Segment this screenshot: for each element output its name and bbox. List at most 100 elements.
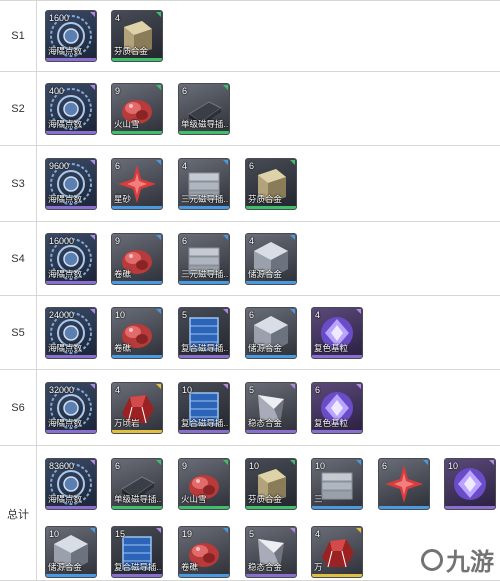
row-label: S1: [11, 30, 25, 42]
item-slot[interactable]: 4 三元磁导插...: [178, 158, 230, 210]
item-slot[interactable]: 9 火山雪: [178, 458, 230, 510]
item-name: 卷礁: [181, 562, 199, 572]
item-slot[interactable]: 5 复合磁导插...: [178, 307, 230, 359]
rarity-corner-icon: [223, 309, 228, 314]
rarity-corner-icon: [290, 460, 295, 465]
item-slot[interactable]: 6 单级磁导插...: [178, 83, 230, 135]
item-count: 6: [182, 86, 188, 96]
item-slot[interactable]: 83600 海隅点数: [45, 458, 97, 510]
item-slot[interactable]: 6 星砂: [111, 158, 163, 210]
watermark-text: 九游: [446, 549, 494, 576]
column-divider: [36, 0, 37, 581]
item-count: 4: [115, 385, 121, 395]
item-slot[interactable]: 9 卷礁: [111, 233, 163, 285]
item-slot[interactable]: 10 卷礁: [111, 307, 163, 359]
rarity-corner-icon: [290, 384, 295, 389]
rarity-bar: [112, 58, 162, 61]
item-slot[interactable]: 6 复色基粒: [311, 382, 363, 434]
item-slot[interactable]: 5 稳态合金: [245, 526, 297, 578]
item-slot[interactable]: 4 复色基粒: [311, 307, 363, 359]
row-label: 总计: [7, 508, 29, 521]
rarity-bar: [46, 206, 96, 209]
item-name: 三: [314, 494, 323, 504]
item-count: 83600: [49, 461, 75, 471]
item-slot[interactable]: 15 复合磁导插...: [111, 526, 163, 578]
item-name: 芬质合金: [248, 494, 283, 504]
item-name: 储源合金: [48, 562, 83, 572]
item-count: 6: [315, 385, 321, 395]
rarity-corner-icon: [156, 309, 161, 314]
item-slot[interactable]: 1600 海隅点数: [45, 10, 97, 62]
item-count: 1600: [49, 13, 70, 23]
item-name: 卷礁: [114, 343, 132, 353]
rarity-corner-icon: [223, 85, 228, 90]
rarity-bar: [379, 506, 429, 509]
rarity-corner-icon: [290, 160, 295, 165]
rarity-bar: [179, 430, 229, 433]
rarity-bar: [112, 355, 162, 358]
rarity-bar: [112, 506, 162, 509]
rarity-bar: [246, 574, 296, 577]
rarity-bar: [112, 430, 162, 433]
item-name: 芬质合金: [248, 194, 283, 204]
item-slot[interactable]: 5 稳态合金: [245, 382, 297, 434]
rarity-corner-icon: [156, 384, 161, 389]
item-name: 三元磁导插...: [181, 269, 230, 279]
item-slot[interactable]: 6: [378, 458, 430, 510]
rarity-corner-icon: [223, 160, 228, 165]
item-count: 32000: [49, 385, 75, 395]
item-slot[interactable]: 10 芬质合金: [245, 458, 297, 510]
item-slot[interactable]: 6 三元磁导插...: [178, 233, 230, 285]
rarity-corner-icon: [223, 384, 228, 389]
item-slot[interactable]: 4 储源合金: [245, 233, 297, 285]
item-slot[interactable]: 19 卷礁: [178, 526, 230, 578]
item-slot[interactable]: 16000 海隅点数: [45, 233, 97, 285]
rarity-corner-icon: [156, 460, 161, 465]
rarity-corner-icon: [90, 384, 95, 389]
item-slot[interactable]: 6 单级磁导插...: [111, 458, 163, 510]
item-count: 5: [182, 310, 188, 320]
item-slot[interactable]: 10 三: [311, 458, 363, 510]
rarity-bar: [312, 506, 362, 509]
item-count: 4: [115, 13, 121, 23]
item-count: 400: [49, 86, 65, 96]
item-name: 海隅点数: [48, 494, 83, 504]
rarity-bar: [112, 281, 162, 284]
item-name: 海隅点数: [48, 343, 83, 353]
rarity-bar: [445, 506, 495, 509]
item-slot[interactable]: 400 海隅点数: [45, 83, 97, 135]
item-slot[interactable]: 10: [444, 458, 496, 510]
item-slot[interactable]: 9 火山雪: [111, 83, 163, 135]
rarity-bar: [179, 206, 229, 209]
item-slot[interactable]: 32000 海隅点数: [45, 382, 97, 434]
material-table: S1 1600 海隅点数 4 芬质合金 S2 400 海隅点数 9 火山雪 6 单级磁导插... S3 9…: [0, 0, 500, 581]
item-name: 单级磁导插...: [181, 119, 230, 129]
item-count: 10: [315, 461, 326, 471]
item-count: 5: [249, 529, 255, 539]
item-name: 海隅点数: [48, 46, 83, 56]
item-slot[interactable]: 4 芬质合金: [111, 10, 163, 62]
item-slot[interactable]: 6 储源合金: [245, 307, 297, 359]
rarity-bar: [46, 574, 96, 577]
item-slot[interactable]: 10 复合磁导插...: [178, 382, 230, 434]
rarity-corner-icon: [90, 528, 95, 533]
rarity-bar: [46, 58, 96, 61]
item-slot[interactable]: 24000 海隅点数: [45, 307, 97, 359]
item-name: 复色基粒: [314, 343, 349, 353]
item-count: 9: [115, 236, 121, 246]
rarity-bar: [179, 281, 229, 284]
item-slot[interactable]: 6 芬质合金: [245, 158, 297, 210]
item-slot[interactable]: 9600 海隅点数: [45, 158, 97, 210]
item-count: 10: [182, 385, 193, 395]
item-count: 4: [182, 161, 188, 171]
rarity-corner-icon: [290, 235, 295, 240]
item-count: 4: [315, 529, 321, 539]
rarity-bar: [246, 355, 296, 358]
item-count: 9: [115, 86, 121, 96]
rarity-corner-icon: [356, 460, 361, 465]
item-name: 复合磁导插...: [181, 343, 230, 353]
rarity-corner-icon: [356, 528, 361, 533]
item-slot[interactable]: 4 万顷岩: [111, 382, 163, 434]
item-slot[interactable]: 10 储源合金: [45, 526, 97, 578]
item-slot[interactable]: 4万: [311, 526, 363, 578]
